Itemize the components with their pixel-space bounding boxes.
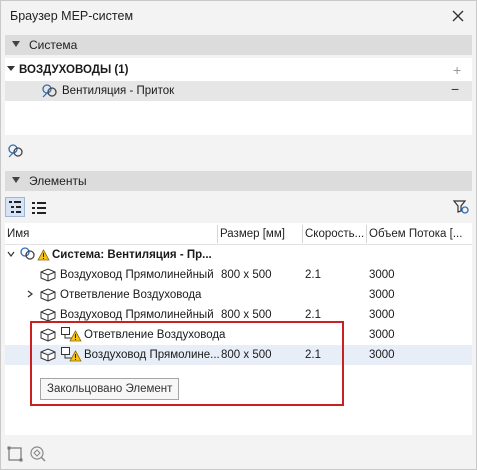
mep-system-icon: [42, 84, 57, 98]
duct-icon: [40, 268, 56, 282]
warning-icon: [37, 249, 50, 261]
bottom-toolbar: [1, 439, 476, 469]
mep-system-icon: [20, 247, 35, 260]
row-name: Воздуховод Прямолинейный: [60, 269, 214, 281]
column-speed[interactable]: Скорость...: [305, 228, 364, 240]
row-flow: 3000: [369, 289, 395, 301]
row-flow: 3000: [369, 309, 395, 321]
row-name: Система: Вентиляция - Пр...: [52, 249, 212, 261]
elements-grid-header: Имя Размер [мм] Скорость... Объем Потока…: [5, 223, 472, 245]
tree-row[interactable]: Воздуховод Прямолинейный 800 x 500 2.1 3…: [5, 265, 472, 285]
collapse-triangle-icon: [12, 177, 20, 183]
column-size[interactable]: Размер [мм]: [220, 228, 285, 240]
row-size: 800 x 500: [221, 309, 272, 321]
column-separator[interactable]: [217, 225, 218, 243]
tree-view-button[interactable]: [5, 197, 25, 217]
window-title: Браузер MEP-систем: [10, 9, 134, 23]
elements-section-label: Элементы: [29, 174, 87, 188]
list-view-icon[interactable]: [30, 199, 48, 217]
system-tool-icon[interactable]: [7, 143, 25, 159]
title-bar: Браузер MEP-систем: [1, 1, 476, 31]
tree-view-icon: [9, 201, 21, 213]
close-icon[interactable]: [448, 6, 468, 26]
row-flow: 3000: [369, 329, 395, 341]
row-name: Воздуховод Прямолинейный: [60, 309, 214, 321]
elements-section-header[interactable]: Элементы: [5, 171, 472, 191]
row-name: Ответвление Воздуховода: [60, 289, 202, 301]
system-section-label: Система: [29, 38, 78, 52]
row-flow: 3000: [369, 349, 395, 361]
duct-icon: [40, 308, 56, 322]
system-item-label: Вентиляция - Приток: [62, 85, 175, 97]
select-frame-icon[interactable]: [6, 445, 24, 463]
collapse-triangle-icon: [12, 41, 20, 47]
chevron-down-icon[interactable]: [7, 250, 15, 258]
column-name[interactable]: Имя: [7, 228, 29, 240]
chevron-right-icon[interactable]: [26, 290, 34, 298]
row-flow: 3000: [369, 269, 395, 281]
system-group-title[interactable]: ВОЗДУХОВОДЫ (1): [7, 64, 129, 76]
column-separator[interactable]: [302, 225, 303, 243]
navigator-icon[interactable]: [29, 445, 47, 463]
row-size: 800 x 500: [221, 269, 272, 281]
mep-browser-window: Браузер MEP-систем Система ВОЗДУХОВОДЫ (…: [0, 0, 477, 470]
chevron-down-icon: [7, 66, 15, 71]
column-separator[interactable]: [366, 225, 367, 243]
column-flow[interactable]: Объем Потока [...: [369, 228, 462, 240]
duct-branch-icon: [40, 288, 56, 302]
remove-icon[interactable]: −: [451, 81, 459, 97]
row-speed: 2.1: [305, 309, 321, 321]
system-section-header[interactable]: Система: [5, 35, 472, 55]
system-group-label: ВОЗДУХОВОДЫ (1): [19, 64, 129, 76]
tree-row[interactable]: Ответвление Воздуховода 3000: [5, 285, 472, 305]
filter-settings-icon[interactable]: [452, 198, 470, 216]
add-icon[interactable]: +: [453, 62, 461, 78]
row-speed: 2.1: [305, 269, 321, 281]
highlight-box: [30, 321, 344, 406]
system-item-ventilation[interactable]: Вентиляция - Приток: [5, 81, 472, 101]
tree-row[interactable]: Система: Вентиляция - Пр...: [5, 245, 472, 265]
